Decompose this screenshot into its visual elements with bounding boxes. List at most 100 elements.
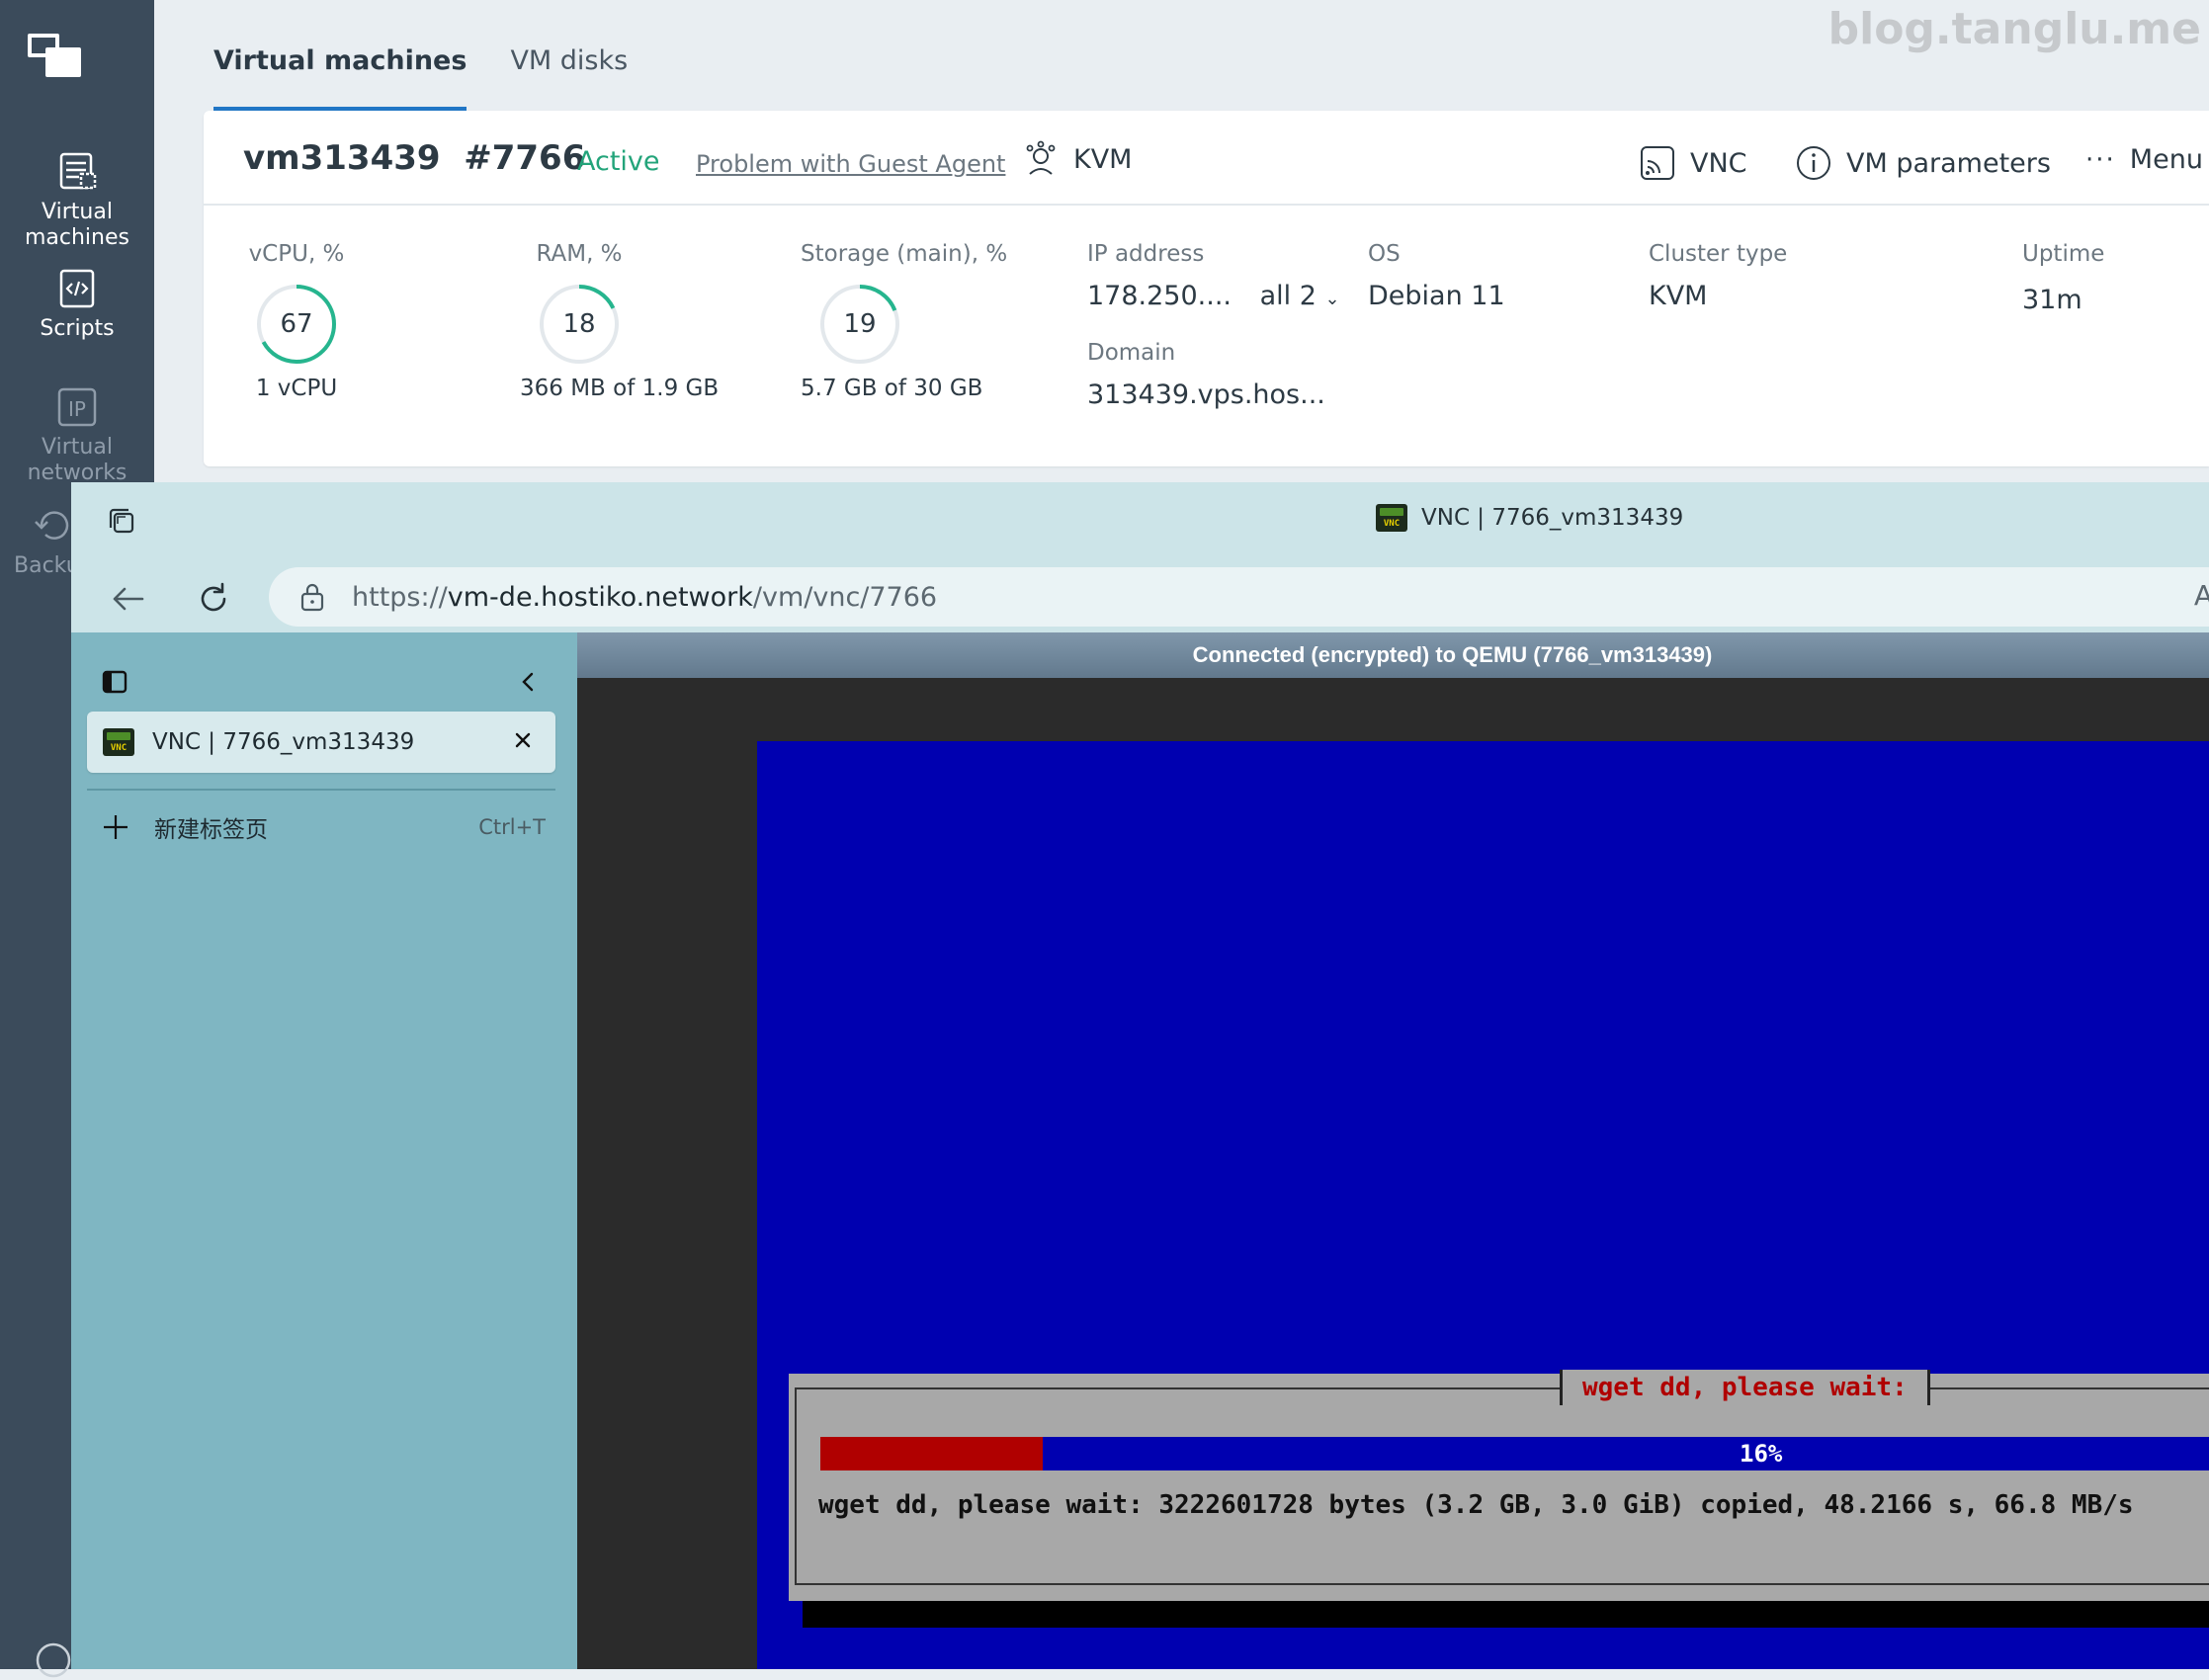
tab-strip-icon[interactable] bbox=[101, 668, 128, 696]
storage-metric: Storage (main), % 19 5.7 GB of 30 GB bbox=[801, 241, 1007, 401]
vnc-label: VNC bbox=[1690, 147, 1747, 179]
window-title: VNC VNC | 7766_vm313439 bbox=[1376, 504, 1683, 532]
help-icon[interactable] bbox=[34, 1640, 73, 1680]
new-tab-button[interactable]: 新建标签页 Ctrl+T bbox=[101, 802, 546, 852]
rail-item-scripts[interactable]: Scripts bbox=[0, 267, 154, 342]
vm-title: vm313439 #7766 bbox=[243, 138, 585, 178]
problem-guest-agent-link[interactable]: Problem with Guest Agent bbox=[696, 150, 1005, 178]
tab-actions-icon[interactable] bbox=[105, 504, 138, 538]
close-icon[interactable] bbox=[508, 725, 538, 755]
tab-virtual-machines[interactable]: Virtual machines bbox=[213, 45, 467, 111]
info-icon bbox=[1797, 146, 1830, 180]
vnc-viewer[interactable]: Connected (encrypted) to QEMU (7766_vm31… bbox=[577, 632, 2209, 1669]
vm-parameters-label: VM parameters bbox=[1846, 147, 2051, 179]
new-tab-label: 新建标签页 bbox=[154, 817, 268, 843]
vm-card: vm313439 #7766 Active Problem with Guest… bbox=[204, 111, 2209, 466]
chevron-down-icon: ⌄ bbox=[1324, 289, 1340, 309]
storage-gauge: 19 bbox=[818, 283, 901, 366]
vnc-favicon: VNC bbox=[1376, 504, 1407, 532]
vm-console-screen[interactable]: wget dd, please wait: 16% wget dd, pleas… bbox=[757, 741, 2209, 1669]
os-block: OS Debian 11 bbox=[1368, 241, 1505, 311]
rail-item-virtual-machines[interactable]: Virtual machines bbox=[0, 150, 154, 251]
metric-label: RAM, % bbox=[536, 241, 623, 267]
progress-percent: 16% bbox=[1740, 1440, 1783, 1468]
ip-value[interactable]: 178.250.... bbox=[1087, 281, 1232, 311]
rail-label: Virtual bbox=[42, 435, 113, 460]
virtual-machine-icon bbox=[59, 152, 97, 190]
uptime-label: Uptime bbox=[2022, 241, 2105, 267]
divider bbox=[87, 789, 555, 791]
collapse-chevron-icon[interactable] bbox=[514, 668, 542, 696]
dialog-title: wget dd, please wait: bbox=[1560, 1370, 1930, 1405]
ip-all-dropdown[interactable]: all 2 ⌄ bbox=[1260, 281, 1340, 311]
metric-label: vCPU, % bbox=[248, 241, 345, 267]
ip-network-icon: IP bbox=[57, 387, 97, 427]
menu-label: Menu bbox=[2129, 144, 2203, 175]
script-icon bbox=[59, 269, 95, 308]
domain-label: Domain bbox=[1087, 340, 1176, 366]
menu-button[interactable]: ··· Menu bbox=[2085, 144, 2203, 175]
browser-window: VNC VNC | 7766_vm313439 https://vm-de.ho… bbox=[71, 482, 2209, 1669]
vm-id: #7766 bbox=[464, 138, 586, 178]
url-host: vm-de.hostiko.network bbox=[447, 581, 753, 613]
new-tab-shortcut: Ctrl+T bbox=[478, 815, 546, 839]
os-value: Debian 11 bbox=[1368, 281, 1505, 311]
kvm-icon bbox=[1026, 140, 1056, 175]
url-scheme: https:// bbox=[352, 581, 448, 613]
hypervisor-text: KVM bbox=[1073, 143, 1133, 175]
ip-label: IP address bbox=[1087, 241, 1205, 267]
metric-detail: 366 MB of 1.9 GB bbox=[520, 376, 720, 401]
uptime-block: Uptime 31m bbox=[2022, 241, 2104, 315]
domain-value[interactable]: 313439.vps.hos... bbox=[1087, 379, 1325, 410]
app-logo[interactable] bbox=[28, 34, 83, 79]
progress-message: wget dd, please wait: 3222601728 bytes (… bbox=[818, 1490, 2134, 1520]
more-dots-icon: ··· bbox=[2085, 144, 2116, 175]
read-aloud-icon[interactable]: A bbox=[2194, 579, 2209, 612]
vm-name: vm313439 bbox=[243, 138, 441, 178]
vertical-tabs-panel: VNC VNC | 7766_vm313439 新建标签页 Ctrl+T bbox=[71, 632, 577, 1669]
vnc-button[interactable]: VNC bbox=[1639, 144, 1747, 182]
rail-label: Virtual bbox=[42, 200, 113, 224]
back-arrow-icon[interactable] bbox=[103, 573, 154, 625]
rail-label: machines bbox=[24, 225, 129, 250]
os-label: OS bbox=[1368, 241, 1401, 267]
backup-icon bbox=[35, 511, 69, 540]
tab-vnc[interactable]: VNC VNC | 7766_vm313439 bbox=[87, 712, 555, 773]
ip-value-row: 178.250.... all 2 ⌄ bbox=[1087, 281, 1340, 311]
vm-card-header: vm313439 #7766 Active Problem with Guest… bbox=[204, 111, 2209, 206]
refresh-icon[interactable] bbox=[188, 573, 239, 625]
status-badge: Active bbox=[577, 146, 660, 177]
metric-value: 67 bbox=[280, 309, 313, 339]
ip-address-block: IP address 178.250.... all 2 ⌄ bbox=[1087, 241, 1340, 311]
browser-navbar: https://vm-de.hostiko.network/vm/vnc/776… bbox=[71, 559, 2209, 638]
browser-titlebar: VNC VNC | 7766_vm313439 bbox=[71, 482, 2209, 559]
rail-item-virtual-networks[interactable]: IP Virtual networks bbox=[0, 385, 154, 486]
vnc-cast-icon bbox=[1641, 146, 1674, 180]
vm-parameters-button[interactable]: VM parameters bbox=[1795, 144, 2051, 182]
vnc-favicon: VNC bbox=[103, 728, 134, 756]
domain-block: Domain 313439.vps.hos... bbox=[1087, 340, 1325, 410]
vnc-status-bar: Connected (encrypted) to QEMU (7766_vm31… bbox=[577, 632, 2209, 678]
vcpu-gauge: 67 bbox=[255, 283, 338, 366]
rail-label: Scripts bbox=[40, 316, 115, 341]
svg-text:IP: IP bbox=[68, 397, 86, 421]
window-title-text: VNC | 7766_vm313439 bbox=[1421, 505, 1684, 531]
metric-value: 18 bbox=[562, 309, 596, 339]
address-bar[interactable]: https://vm-de.hostiko.network/vm/vnc/776… bbox=[269, 567, 2209, 627]
cluster-type-value: KVM bbox=[1649, 281, 1708, 311]
metric-detail: 5.7 GB of 30 GB bbox=[801, 376, 983, 401]
uptime-value: 31m bbox=[2022, 285, 2082, 315]
metric-value: 19 bbox=[843, 309, 877, 339]
lock-icon[interactable] bbox=[298, 582, 326, 612]
cluster-type-block: Cluster type KVM bbox=[1649, 241, 1787, 311]
progress-dialog: wget dd, please wait: 16% wget dd, pleas… bbox=[789, 1370, 2209, 1601]
ip-all-label: all 2 bbox=[1259, 281, 1317, 311]
progress-bar: 16% bbox=[820, 1437, 2209, 1470]
tab-bar: Virtual machines VM disks bbox=[213, 45, 628, 111]
tab-title: VNC | 7766_vm313439 bbox=[152, 729, 415, 755]
tab-vm-disks[interactable]: VM disks bbox=[510, 45, 628, 111]
plus-icon bbox=[104, 815, 127, 839]
cluster-type-label: Cluster type bbox=[1649, 241, 1788, 267]
hypervisor-label: KVM bbox=[1022, 140, 1132, 178]
url-path: /vm/vnc/7766 bbox=[752, 581, 938, 613]
